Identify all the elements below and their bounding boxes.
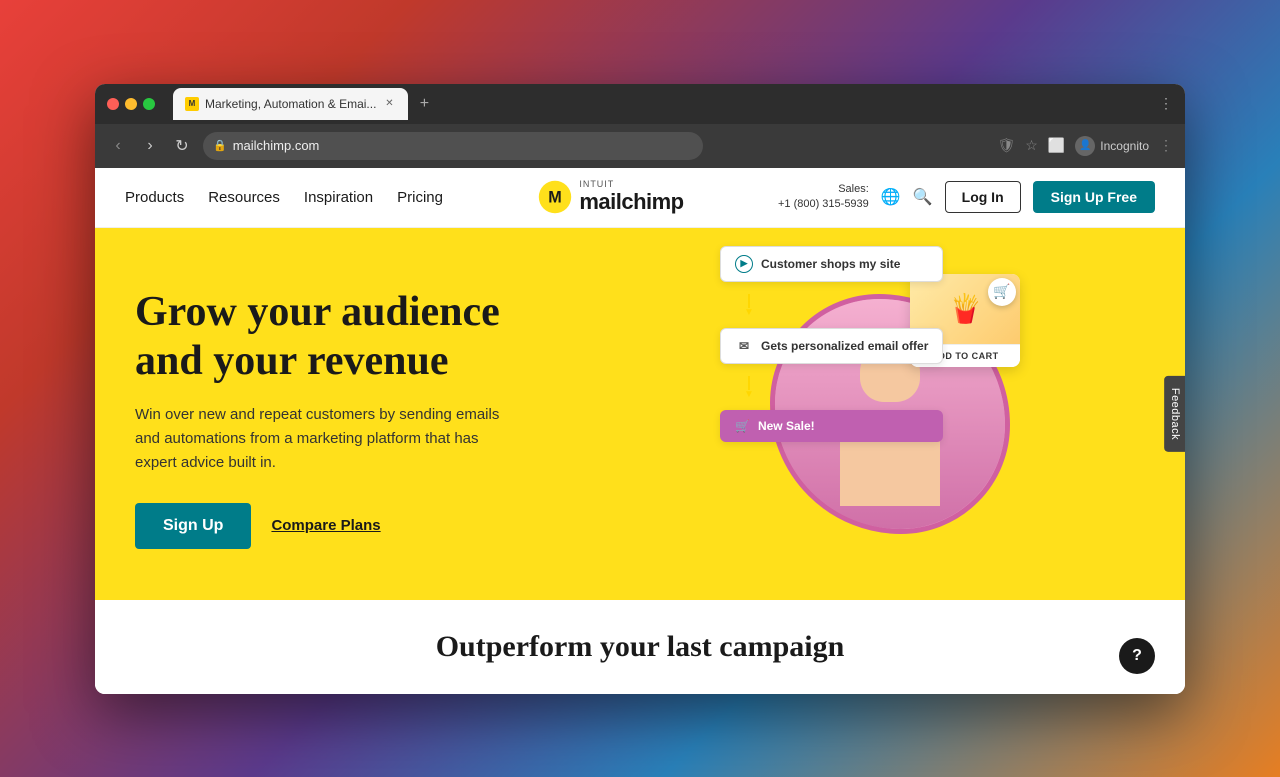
hero-title: Grow your audience and your revenue — [135, 288, 575, 385]
cart-badge: 🛒 — [988, 278, 1016, 306]
hero-section: Grow your audience and your revenue Win … — [95, 228, 1185, 600]
shield-icon[interactable]: 🛡 — [998, 137, 1016, 154]
product-emoji: 🍟 — [948, 292, 983, 325]
svg-text:M: M — [549, 188, 562, 206]
signup-free-button[interactable]: Sign Up Free — [1033, 181, 1155, 213]
sales-label: Sales: — [778, 182, 869, 197]
active-tab[interactable]: M Marketing, Automation & Emai... ✕ — [173, 88, 408, 120]
flow-step-2: ✉ Gets personalized email offer — [720, 328, 943, 364]
new-tab-button[interactable]: + — [412, 92, 436, 116]
address-right-controls: 🛡 ☆ ⬜ 👤 Incognito ⋮ — [998, 136, 1173, 156]
main-nav: Products Resources Inspiration Pricing M… — [95, 168, 1185, 228]
automation-flow: ▶ Customer shops my site ✉ Gets personal… — [720, 246, 943, 442]
tab-close-button[interactable]: ✕ — [382, 97, 396, 111]
below-hero-section: Outperform your last campaign ? — [95, 600, 1185, 694]
sales-info: Sales: +1 (800) 315-5939 — [778, 182, 869, 213]
email-icon: ✉ — [735, 337, 753, 355]
hero-buttons: Sign Up Compare Plans — [135, 503, 575, 549]
browser-menu-button[interactable]: ⋮ — [1159, 95, 1173, 112]
mailchimp-label: mailchimp — [579, 189, 683, 214]
back-button[interactable]: ‹ — [107, 135, 129, 157]
cart-icon: 🛒 — [993, 283, 1010, 300]
tab-bar: M Marketing, Automation & Emai... ✕ + — [173, 88, 1151, 120]
flow-arrow-2 — [748, 376, 750, 390]
tab-icon[interactable]: ⬜ — [1048, 137, 1065, 154]
globe-icon[interactable]: 🌐 — [881, 187, 901, 207]
nav-resources[interactable]: Resources — [208, 189, 280, 206]
browser-window: M Marketing, Automation & Emai... ✕ + ⋮ … — [95, 84, 1185, 694]
incognito-avatar: 👤 — [1075, 136, 1095, 156]
webpage: Products Resources Inspiration Pricing M… — [95, 168, 1185, 694]
hero-left: Grow your audience and your revenue Win … — [135, 258, 595, 580]
sale-cart-icon: 🛒 — [735, 419, 750, 433]
flow-step-1: ▶ Customer shops my site — [720, 246, 943, 282]
incognito-label: Incognito — [1100, 139, 1149, 153]
tab-title: Marketing, Automation & Emai... — [205, 97, 376, 111]
maximize-button[interactable] — [143, 98, 155, 110]
title-bar: M Marketing, Automation & Emai... ✕ + ⋮ — [95, 84, 1185, 124]
lock-icon: 🔒 — [213, 139, 227, 152]
browser-options-icon[interactable]: ⋮ — [1159, 137, 1173, 154]
flow-step2-label: Gets personalized email offer — [761, 339, 928, 353]
hero-subtitle: Win over new and repeat customers by sen… — [135, 403, 515, 475]
sales-phone: +1 (800) 315-5939 — [778, 197, 869, 212]
minimize-button[interactable] — [125, 98, 137, 110]
hero-right: 🍟 ADD TO CART 🛒 ▶ Customer shops my site — [595, 258, 1145, 580]
flow-step3-label: New Sale! — [758, 419, 815, 433]
tab-favicon-icon: M — [185, 97, 199, 111]
nav-products[interactable]: Products — [125, 189, 184, 206]
compare-plans-button[interactable]: Compare Plans — [271, 517, 380, 534]
incognito-badge[interactable]: 👤 Incognito — [1075, 136, 1149, 156]
play-icon: ▶ — [735, 255, 753, 273]
below-hero-title: Outperform your last campaign — [436, 630, 845, 664]
feedback-tab[interactable]: Feedback — [1164, 375, 1185, 451]
nav-right: Sales: +1 (800) 315-5939 🌐 🔍 Log In Sign… — [778, 181, 1155, 213]
nav-logo[interactable]: M intuit mailchimp — [443, 179, 778, 215]
logo-text-container: intuit mailchimp — [579, 180, 683, 215]
browser-controls-right: ⋮ — [1159, 95, 1173, 112]
flow-step-3: 🛒 New Sale! — [720, 410, 943, 442]
refresh-button[interactable]: ↻ — [171, 135, 193, 157]
intuit-label: intuit — [579, 180, 683, 189]
logo-container: M intuit mailchimp — [537, 179, 683, 215]
nav-pricing[interactable]: Pricing — [397, 189, 443, 206]
url-bar[interactable]: 🔒 mailchimp.com — [203, 132, 703, 160]
close-button[interactable] — [107, 98, 119, 110]
search-icon[interactable]: 🔍 — [913, 187, 933, 207]
flow-arrow-1 — [748, 294, 750, 308]
help-button[interactable]: ? — [1119, 638, 1155, 674]
traffic-lights — [107, 98, 155, 110]
mailchimp-logo-icon: M — [537, 179, 573, 215]
nav-inspiration[interactable]: Inspiration — [304, 189, 373, 206]
hero-signup-button[interactable]: Sign Up — [135, 503, 251, 549]
forward-button[interactable]: › — [139, 135, 161, 157]
hero-illustration: 🍟 ADD TO CART 🛒 ▶ Customer shops my site — [720, 274, 1020, 564]
flow-step1-label: Customer shops my site — [761, 257, 900, 271]
star-icon[interactable]: ☆ — [1025, 137, 1038, 154]
login-button[interactable]: Log In — [945, 181, 1021, 213]
nav-links: Products Resources Inspiration Pricing — [125, 189, 443, 206]
address-bar: ‹ › ↻ 🔒 mailchimp.com 🛡 ☆ ⬜ 👤 Incognito … — [95, 124, 1185, 168]
url-text: mailchimp.com — [233, 138, 320, 153]
